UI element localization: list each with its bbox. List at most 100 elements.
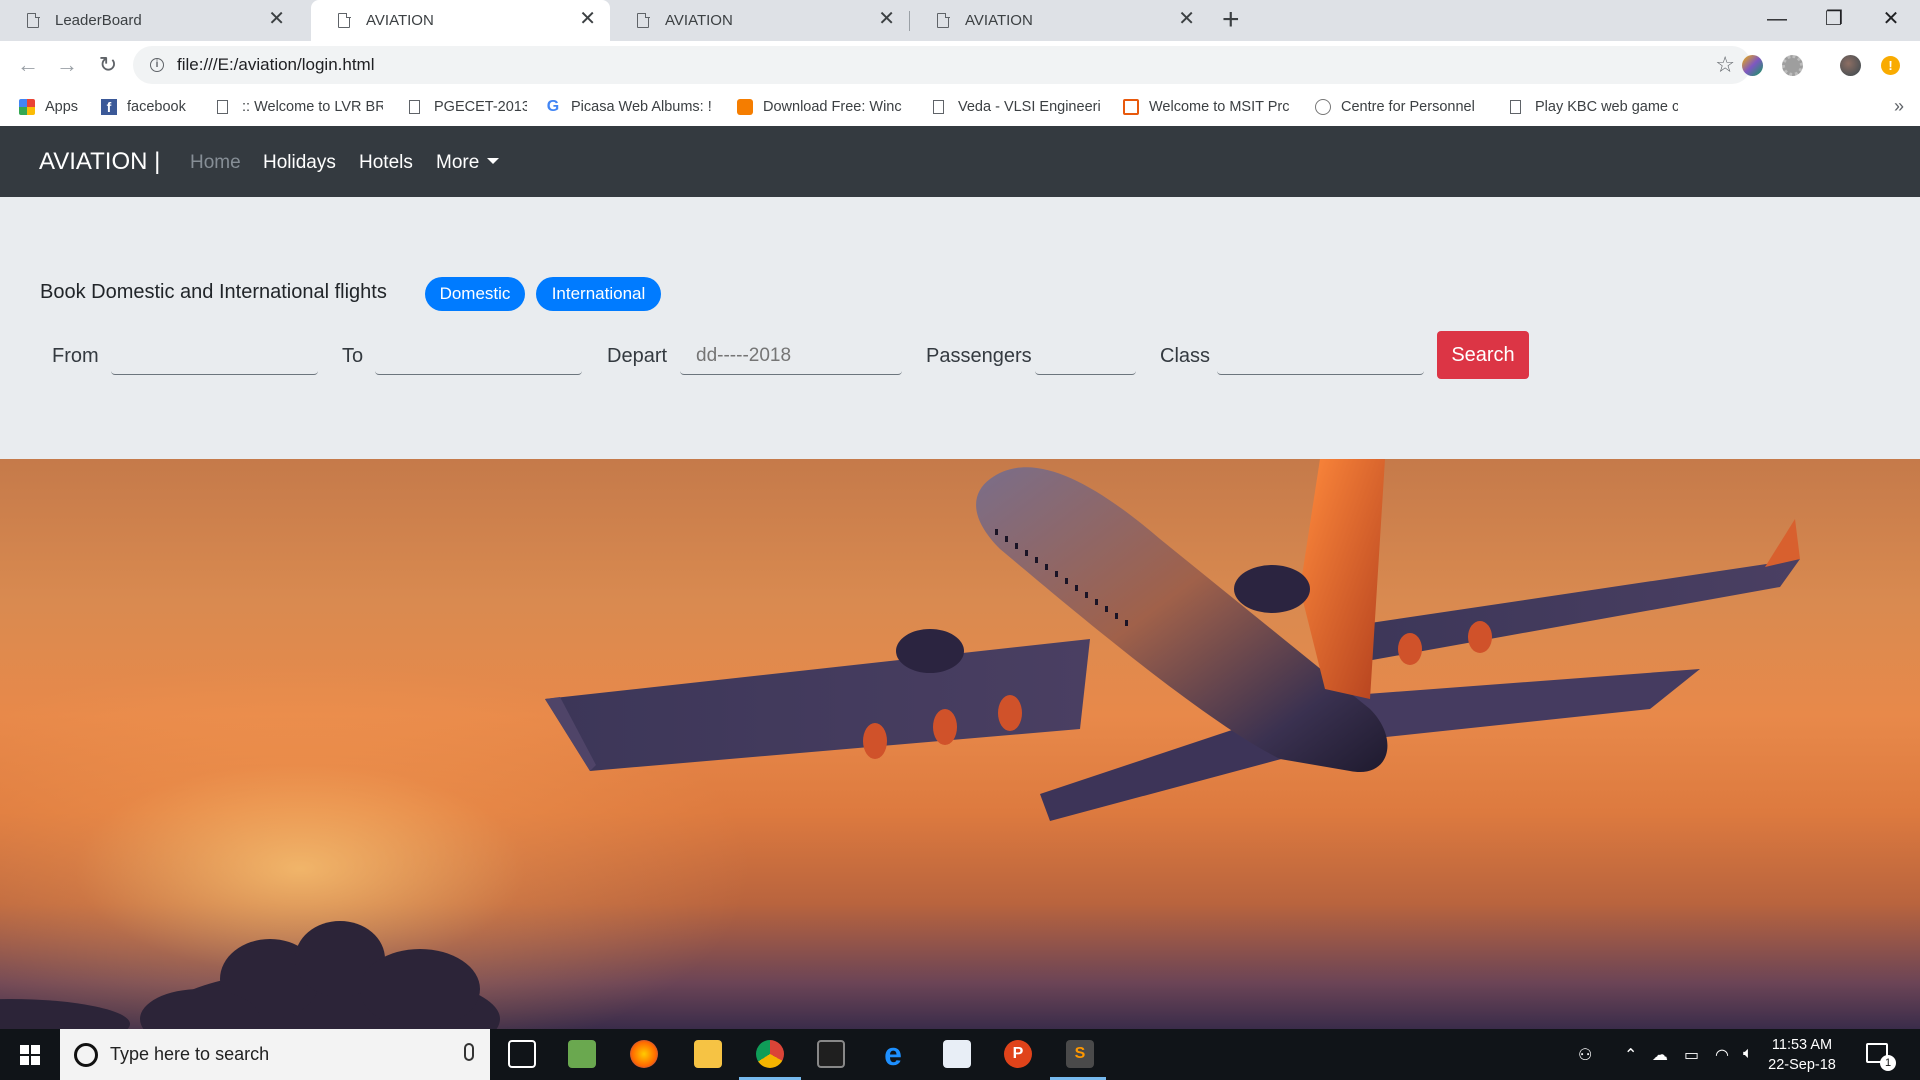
tab-close-icon[interactable]: ✕ [878, 9, 895, 29]
wifi-icon[interactable]: ◠ [1715, 1045, 1729, 1065]
bookmark-item[interactable]: Apps [19, 95, 89, 119]
nav-more-dropdown[interactable]: More [436, 152, 500, 174]
extension-icon[interactable] [1742, 55, 1763, 76]
site-brand[interactable]: AVIATION | [39, 148, 160, 176]
windows-start-icon[interactable] [20, 1045, 40, 1065]
bookmark-star-icon[interactable]: ☆ [1715, 52, 1735, 78]
new-tab-button[interactable]: + [1222, 5, 1240, 35]
app-icon[interactable] [568, 1040, 596, 1068]
browser-tab-strip: LeaderBoard ✕ AVIATION ✕ AVIATION ✕ AVIA… [0, 0, 1920, 41]
profile-avatar[interactable] [1840, 55, 1861, 76]
msit-icon [1123, 99, 1139, 115]
tab-title: AVIATION [665, 12, 733, 29]
onedrive-cloud-icon[interactable]: ☁ [1652, 1045, 1668, 1065]
google-icon: G [546, 98, 560, 115]
bookmark-label: Play KBC web game c [1535, 99, 1678, 115]
task-view-icon[interactable] [508, 1040, 536, 1068]
depart-label: Depart [607, 345, 668, 367]
browser-tab[interactable]: AVIATION ✕ [910, 0, 1209, 41]
info-icon[interactable]: i [150, 58, 164, 72]
from-input[interactable] [111, 337, 318, 375]
close-window-button[interactable]: ✕ [1862, 0, 1920, 41]
system-clock[interactable]: 11:53 AM 22-Sep-18 [1762, 1035, 1842, 1075]
forward-arrow-icon[interactable]: → [53, 51, 81, 79]
document-icon [1510, 100, 1521, 114]
depart-date-input[interactable] [680, 337, 902, 375]
to-input[interactable] [375, 337, 582, 375]
site-navbar: AVIATION | Home Holidays Hotels More [0, 126, 1920, 197]
bookmark-item[interactable]: G Picasa Web Albums: ! [545, 95, 715, 119]
tab-title: LeaderBoard [55, 12, 142, 29]
address-bar[interactable]: i file:///E:/aviation/login.html ☆ [133, 46, 1751, 84]
bookmark-item[interactable]: Play KBC web game c [1508, 95, 1678, 119]
taskbar-search-placeholder: Type here to search [110, 1044, 270, 1064]
microphone-icon[interactable] [464, 1043, 474, 1061]
bookmark-item[interactable]: Centre for Personnel [1315, 95, 1485, 119]
booking-headline: Book Domestic and International flights [40, 281, 387, 303]
bookmark-label: Centre for Personnel [1341, 99, 1475, 115]
class-input[interactable] [1217, 337, 1424, 375]
nav-holidays-link[interactable]: Holidays [263, 152, 336, 174]
tab-close-icon[interactable]: ✕ [268, 9, 285, 29]
emblem-icon [1315, 99, 1331, 115]
sublime-text-icon[interactable]: S [1066, 1040, 1094, 1068]
bookmark-item[interactable]: PGECET-2013 [407, 95, 527, 119]
bookmark-label: facebook [127, 99, 186, 115]
to-label: To [342, 345, 364, 367]
passengers-input[interactable] [1035, 337, 1136, 375]
bookmark-item[interactable]: f facebook [101, 95, 201, 119]
browser-tab[interactable]: AVIATION ✕ [610, 0, 909, 41]
document-icon [937, 12, 950, 28]
file-explorer-icon[interactable] [694, 1040, 722, 1068]
tab-close-icon[interactable]: ✕ [579, 9, 596, 29]
people-icon[interactable]: ⚇ [1578, 1045, 1592, 1065]
settings-gear-icon[interactable] [1782, 55, 1803, 76]
document-icon [637, 12, 650, 28]
minimize-button[interactable]: — [1748, 0, 1806, 41]
facebook-icon: f [101, 99, 117, 115]
bookmark-label: :: Welcome to LVR BR [242, 99, 383, 115]
search-button[interactable]: Search [1437, 331, 1529, 379]
bookmark-label: Welcome to MSIT Prc [1149, 99, 1290, 115]
caret-down-icon [487, 158, 500, 164]
hero-airplane-image [0, 459, 1920, 1029]
maximize-button[interactable]: ❐ [1805, 0, 1863, 41]
bookmark-label: Apps [45, 99, 79, 115]
taskbar-search-box[interactable]: Type here to search [60, 1029, 490, 1080]
international-button[interactable]: International [536, 277, 661, 311]
bookmark-label: Veda - VLSI Engineeri [958, 99, 1101, 115]
document-icon [933, 100, 944, 114]
nav-home-link[interactable]: Home [190, 152, 241, 174]
bookmark-label: PGECET-2013 [434, 99, 527, 115]
firefox-icon[interactable] [630, 1040, 658, 1068]
back-arrow-icon[interactable]: ← [14, 51, 42, 79]
bookmarks-bar: Apps f facebook :: Welcome to LVR BR PGE… [0, 89, 1920, 126]
browser-toolbar: ← → ↻ i file:///E:/aviation/login.html ☆… [0, 41, 1920, 89]
volume-icon[interactable]: 🔈︎ [1743, 1045, 1753, 1063]
nav-hotels-link[interactable]: Hotels [359, 152, 413, 174]
bookmark-item[interactable]: :: Welcome to LVR BR [215, 95, 383, 119]
tab-close-icon[interactable]: ✕ [1178, 9, 1195, 29]
browser-tab[interactable]: LeaderBoard ✕ [0, 0, 299, 41]
document-icon [338, 12, 351, 28]
bookmark-label: Download Free: Winc [763, 99, 902, 115]
tab-title: AVIATION [965, 12, 1033, 29]
document-app-icon[interactable] [943, 1040, 971, 1068]
domestic-button[interactable]: Domestic [425, 277, 525, 311]
battery-icon[interactable]: ▭ [1684, 1045, 1699, 1065]
reload-icon[interactable]: ↻ [94, 51, 122, 79]
chevron-up-icon[interactable]: ⌃ [1624, 1045, 1637, 1065]
bookmarks-overflow-button[interactable]: » [1894, 96, 1904, 117]
terminal-icon[interactable] [817, 1040, 845, 1068]
postman-icon[interactable]: P [1004, 1040, 1032, 1068]
bookmark-item[interactable]: Download Free: Winc [737, 95, 909, 119]
browser-tab-active[interactable]: AVIATION ✕ [311, 0, 610, 41]
chrome-icon[interactable] [756, 1040, 784, 1068]
update-alert-icon[interactable]: ! [1881, 56, 1900, 75]
bookmark-item[interactable]: Welcome to MSIT Prc [1123, 95, 1295, 119]
edge-icon[interactable]: e [879, 1038, 907, 1070]
url-text[interactable]: file:///E:/aviation/login.html [177, 55, 374, 75]
bookmark-item[interactable]: Veda - VLSI Engineeri [931, 95, 1104, 119]
passengers-label: Passengers [926, 345, 1032, 367]
blogger-icon [737, 99, 753, 115]
